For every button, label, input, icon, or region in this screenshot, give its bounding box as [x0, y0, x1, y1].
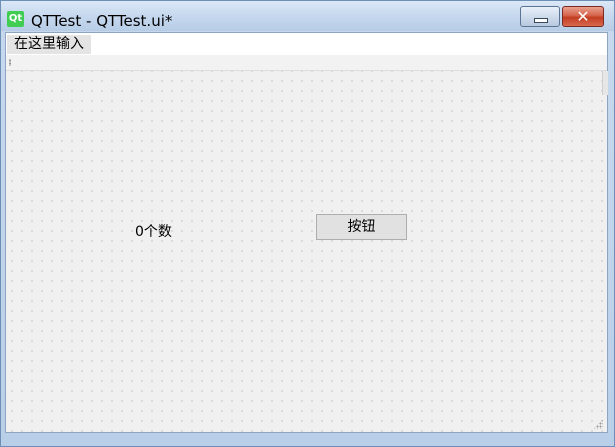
minimize-icon — [534, 18, 548, 23]
scrollbar-stub[interactable] — [602, 71, 608, 95]
menu-item-type-here[interactable]: 在这里输入 — [7, 35, 91, 54]
count-label[interactable]: 0个数 — [135, 221, 172, 241]
designer-window: Qt QTTest - QTTest.ui* ✕ 在这里输入 0个数 按钮 — [0, 0, 615, 447]
minimize-button[interactable] — [520, 6, 560, 27]
title-bar[interactable]: Qt QTTest - QTTest.ui* ✕ — [1, 1, 614, 31]
menu-bar: 在这里输入 — [6, 33, 607, 55]
toolbar — [6, 55, 607, 71]
close-button[interactable]: ✕ — [562, 6, 604, 27]
form-canvas[interactable]: 0个数 按钮 — [6, 71, 608, 432]
client-area: 在这里输入 0个数 按钮 — [5, 32, 608, 433]
toolbar-grip-icon[interactable] — [9, 59, 11, 66]
size-grip-icon[interactable] — [593, 419, 603, 429]
close-icon: ✕ — [576, 7, 590, 26]
window-title: QTTest - QTTest.ui* — [31, 12, 173, 30]
push-button[interactable]: 按钮 — [316, 214, 407, 240]
qt-logo-icon: Qt — [7, 11, 24, 27]
